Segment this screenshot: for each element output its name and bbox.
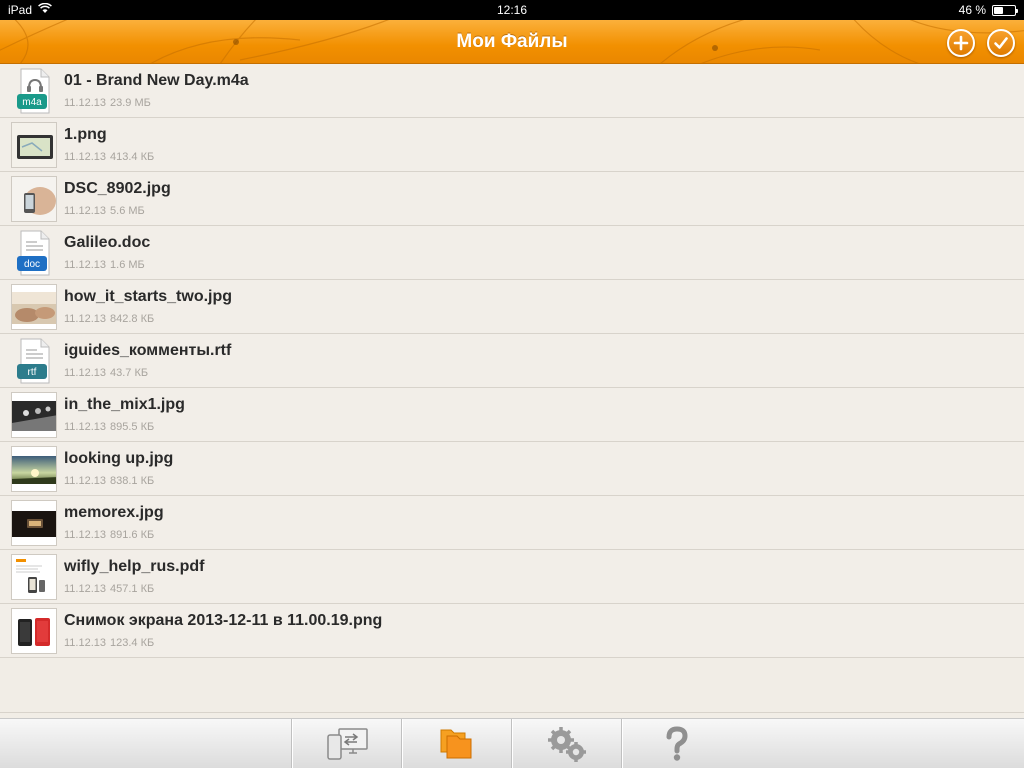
pdf-thumbnail — [11, 554, 57, 600]
file-meta: 11.12.13 413.4 КБ — [64, 151, 154, 163]
image-thumbnail — [11, 500, 57, 546]
file-type-label: m4a — [22, 97, 42, 108]
help-icon — [666, 726, 688, 761]
file-meta: 11.12.13 123.4 КБ — [64, 637, 154, 649]
file-type-label: rtf — [28, 367, 37, 378]
file-size: 457.1 КБ — [110, 583, 155, 595]
tab-files[interactable] — [402, 719, 512, 768]
wifi-icon — [38, 2, 52, 17]
file-meta: 11.12.13 838.1 КБ — [64, 475, 154, 487]
transfer-icon — [327, 728, 368, 760]
file-name: how_it_starts_two.jpg — [64, 288, 233, 305]
file-meta: 11.12.13 5.6 МБ — [64, 205, 145, 217]
file-list: m4a 01 - Brand New Day.m4a 11.12.13 23.9… — [0, 64, 1024, 658]
file-size: 5.6 МБ — [110, 205, 145, 217]
file-name: 01 - Brand New Day.m4a — [64, 72, 249, 89]
file-size: 123.4 КБ — [110, 637, 155, 649]
file-type-label: doc — [24, 259, 40, 270]
file-row[interactable]: m4a 01 - Brand New Day.m4a 11.12.13 23.9… — [0, 64, 1024, 118]
tab-help[interactable] — [622, 719, 732, 768]
file-date: 11.12.13 — [64, 259, 107, 271]
file-row[interactable]: looking up.jpg 11.12.13 838.1 КБ — [0, 442, 1024, 496]
file-name: Galileo.doc — [64, 234, 151, 251]
navigation-bar: Мои Файлы — [0, 20, 1024, 64]
page-title: Мои Файлы — [456, 31, 568, 52]
file-meta: 11.12.13 842.8 КБ — [64, 313, 154, 325]
file-name: Снимок экрана 2013-12-11 в 11.00.19.png — [64, 612, 383, 629]
file-size: 838.1 КБ — [110, 475, 155, 487]
list-footer-divider — [0, 712, 1024, 713]
battery-fill — [994, 6, 1004, 14]
tab-bar — [0, 718, 1024, 768]
image-thumbnail — [11, 176, 57, 222]
file-name: iguides_комменты.rtf — [64, 342, 232, 359]
file-size: 891.6 КБ — [110, 529, 155, 541]
add-button[interactable] — [947, 29, 975, 57]
file-size: 43.7 КБ — [110, 367, 149, 379]
plus-icon — [953, 35, 969, 51]
file-size: 1.6 МБ — [110, 259, 145, 271]
tab-settings[interactable] — [512, 719, 622, 768]
battery-percent: 46 % — [958, 3, 986, 17]
file-meta: 11.12.13 895.5 КБ — [64, 421, 154, 433]
image-thumbnail — [11, 122, 57, 168]
file-row[interactable]: Снимок экрана 2013-12-11 в 11.00.19.png … — [0, 604, 1024, 658]
file-date: 11.12.13 — [64, 313, 107, 325]
file-row[interactable]: wifly_help_rus.pdf 11.12.13 457.1 КБ — [0, 550, 1024, 604]
file-name: DSC_8902.jpg — [64, 180, 171, 197]
m4a-icon: m4a — [11, 68, 57, 114]
file-meta: 11.12.13 891.6 КБ — [64, 529, 154, 541]
file-name: looking up.jpg — [64, 450, 174, 467]
file-size: 842.8 КБ — [110, 313, 155, 325]
file-name: 1.png — [64, 126, 107, 143]
file-row[interactable]: memorex.jpg 11.12.13 891.6 КБ — [0, 496, 1024, 550]
files-icon — [440, 729, 472, 759]
file-date: 11.12.13 — [64, 421, 107, 433]
file-meta: 11.12.13 23.9 МБ — [64, 97, 151, 109]
image-thumbnail — [11, 608, 57, 654]
file-date: 11.12.13 — [64, 529, 107, 541]
file-size: 895.5 КБ — [110, 421, 155, 433]
file-date: 11.12.13 — [64, 97, 107, 109]
file-meta: 11.12.13 457.1 КБ — [64, 583, 154, 595]
file-date: 11.12.13 — [64, 151, 107, 163]
status-time: 12:16 — [496, 3, 528, 17]
file-row[interactable]: DSC_8902.jpg 11.12.13 5.6 МБ — [0, 172, 1024, 226]
file-meta: 11.12.13 43.7 КБ — [64, 367, 148, 379]
tab-transfer[interactable] — [292, 719, 402, 768]
rtf-icon: rtf — [11, 338, 57, 384]
file-row[interactable]: in_the_mix1.jpg 11.12.13 895.5 КБ — [0, 388, 1024, 442]
file-date: 11.12.13 — [64, 583, 107, 595]
image-thumbnail — [11, 446, 57, 492]
image-thumbnail — [11, 392, 57, 438]
file-row[interactable]: 1.png 11.12.13 413.4 КБ — [0, 118, 1024, 172]
file-name: wifly_help_rus.pdf — [64, 558, 205, 575]
image-thumbnail — [11, 284, 57, 330]
file-date: 11.12.13 — [64, 367, 107, 379]
file-date: 11.12.13 — [64, 637, 107, 649]
settings-icon — [548, 727, 586, 762]
doc-icon: doc — [11, 230, 57, 276]
file-size: 413.4 КБ — [110, 151, 155, 163]
file-date: 11.12.13 — [64, 205, 107, 217]
file-row[interactable]: doc Galileo.doc 11.12.13 1.6 МБ — [0, 226, 1024, 280]
file-name: in_the_mix1.jpg — [64, 396, 185, 413]
status-bar: iPad 12:16 46 % — [0, 0, 1024, 20]
file-row[interactable]: rtf iguides_комменты.rtf 11.12.13 43.7 К… — [0, 334, 1024, 388]
file-meta: 11.12.13 1.6 МБ — [64, 259, 145, 271]
file-name: memorex.jpg — [64, 504, 164, 521]
device-label: iPad — [8, 3, 33, 17]
file-date: 11.12.13 — [64, 475, 107, 487]
file-size: 23.9 МБ — [110, 97, 151, 109]
battery-icon — [992, 4, 1018, 16]
done-button[interactable] — [987, 29, 1015, 57]
file-row[interactable]: how_it_starts_two.jpg 11.12.13 842.8 КБ — [0, 280, 1024, 334]
checkmark-icon — [994, 37, 1008, 49]
